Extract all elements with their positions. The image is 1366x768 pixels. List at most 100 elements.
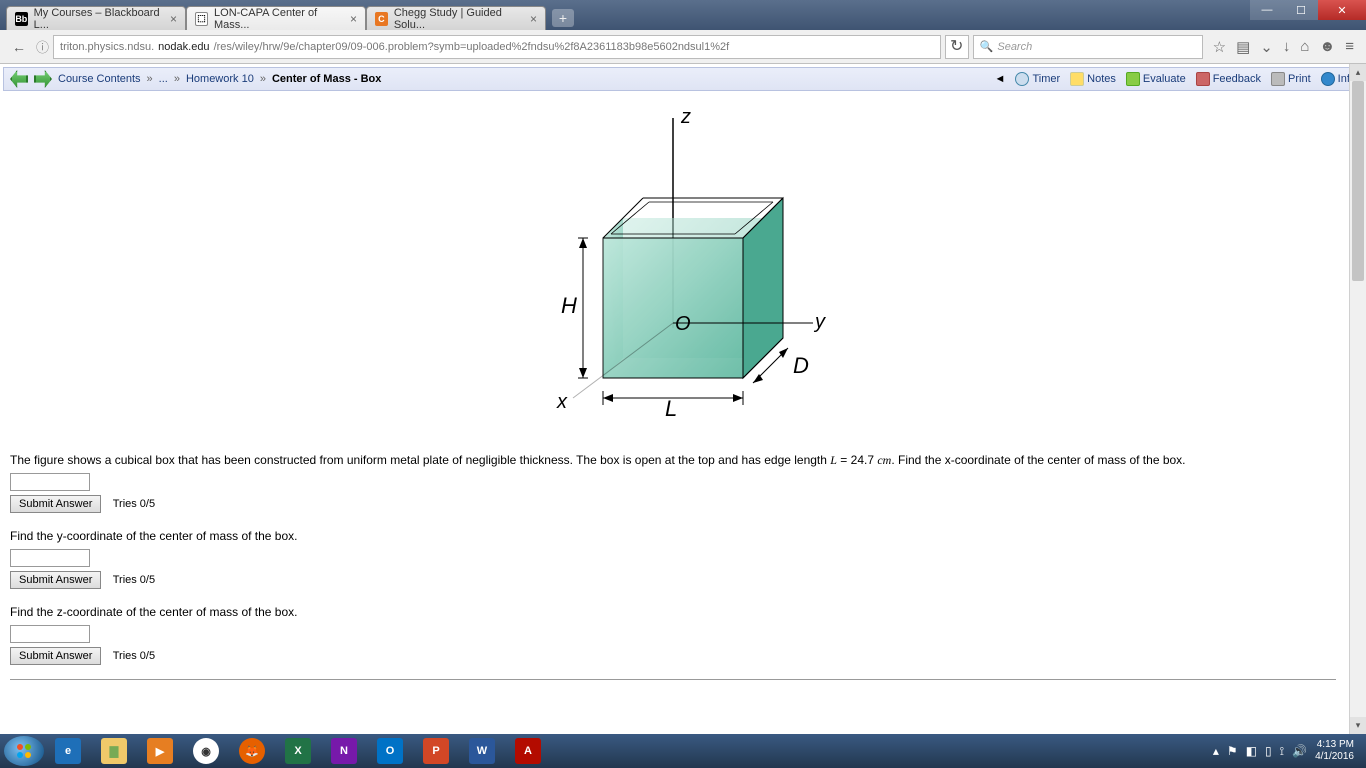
text: = 24.7 [837, 453, 877, 467]
search-bar[interactable]: 🔍 Search [973, 35, 1203, 59]
taskbar-media[interactable]: ▶ [138, 736, 182, 766]
notes-link[interactable]: Notes [1070, 72, 1116, 86]
dim-h-label: H [561, 293, 577, 318]
taskbar-excel[interactable]: X [276, 736, 320, 766]
address-bar[interactable]: triton.physics.ndsu.nodak.edu/res/wiley/… [53, 35, 941, 59]
maximize-button[interactable]: ☐ [1284, 0, 1318, 20]
taskbar-ie[interactable]: e [46, 736, 90, 766]
tray-up-icon[interactable]: ▴ [1213, 744, 1219, 758]
scroll-down-button[interactable]: ▾ [1350, 717, 1366, 734]
menu-icon[interactable]: ≡ [1345, 38, 1354, 56]
timer-link[interactable]: Timer [1015, 72, 1060, 86]
tray-wifi-icon[interactable]: ⟟ [1280, 744, 1284, 759]
toolbar-icons: ☆ ▤ ⌄ ↓ ⌂ ☻ ≡ [1207, 38, 1360, 56]
tab-loncapa[interactable]: ⬚ LON-CAPA Center of Mass... × [186, 6, 366, 30]
problem-text-1: The figure shows a cubical box that has … [10, 451, 1336, 469]
back-button[interactable]: ← [6, 34, 32, 60]
question-2: Find the y-coordinate of the center of m… [10, 527, 1336, 589]
breadcrumb-course[interactable]: Course Contents [58, 73, 141, 85]
tab-blackboard[interactable]: Bb My Courses – Blackboard L... × [6, 6, 186, 30]
scroll-up-button[interactable]: ▴ [1350, 64, 1366, 81]
answer-input-z[interactable] [10, 625, 90, 643]
timer-label: Timer [1032, 73, 1060, 85]
breadcrumb-title: Center of Mass - Box [272, 73, 381, 85]
reader-icon[interactable]: ▤ [1236, 38, 1250, 56]
tries-label: Tries 0/5 [113, 650, 155, 662]
taskbar-word[interactable]: W [460, 736, 504, 766]
taskbar-chrome[interactable]: ◉ [184, 736, 228, 766]
taskbar-explorer[interactable]: ▇ [92, 736, 136, 766]
clock-date: 4/1/2016 [1315, 751, 1354, 763]
submit-button[interactable]: Submit Answer [10, 571, 101, 589]
taskbar-powerpoint[interactable]: P [414, 736, 458, 766]
new-tab-button[interactable]: + [552, 9, 574, 27]
answer-input-x[interactable] [10, 473, 90, 491]
nav-left-icon[interactable]: ◄ [995, 73, 1006, 85]
box-diagram: z O [513, 98, 833, 438]
breadcrumb-sep: » [147, 73, 153, 85]
favicon-bb: Bb [15, 12, 28, 26]
home-icon[interactable]: ⌂ [1300, 38, 1309, 56]
tray-volume-icon[interactable]: 🔊 [1292, 744, 1307, 758]
info-icon[interactable]: ⓘ [36, 37, 49, 56]
axis-z-label: z [680, 106, 691, 128]
minimize-button[interactable]: — [1250, 0, 1284, 20]
next-arrow-icon[interactable] [34, 70, 52, 88]
evaluate-label: Evaluate [1143, 73, 1186, 85]
feedback-icon [1196, 72, 1210, 86]
reload-button[interactable]: ↻ [945, 35, 969, 59]
tab-label: Chegg Study | Guided Solu... [394, 7, 524, 31]
pocket-icon[interactable]: ⌄ [1260, 38, 1273, 56]
vertical-scrollbar[interactable]: ▴ ▾ [1349, 64, 1366, 734]
chat-icon[interactable]: ☻ [1319, 38, 1335, 56]
url-path: /res/wiley/hrw/9e/chapter09/09-006.probl… [214, 41, 730, 53]
evaluate-icon [1126, 72, 1140, 86]
tray-flag-icon[interactable]: ⚑ [1227, 744, 1238, 758]
windows-icon [14, 741, 34, 761]
notes-icon [1070, 72, 1084, 86]
close-icon[interactable]: × [530, 12, 537, 26]
evaluate-link[interactable]: Evaluate [1126, 72, 1186, 86]
question-1: The figure shows a cubical box that has … [10, 451, 1336, 513]
taskbar-outlook[interactable]: O [368, 736, 412, 766]
clock[interactable]: 4:13 PM 4/1/2016 [1315, 739, 1354, 763]
feedback-link[interactable]: Feedback [1196, 72, 1261, 86]
close-icon[interactable]: × [170, 12, 177, 26]
tab-strip: Bb My Courses – Blackboard L... × ⬚ LON-… [0, 0, 574, 30]
window-close-button[interactable]: ✕ [1318, 0, 1366, 20]
download-icon[interactable]: ↓ [1283, 38, 1291, 56]
scroll-thumb[interactable] [1352, 81, 1364, 281]
url-prefix: triton.physics.ndsu. [60, 41, 154, 53]
taskbar-onenote[interactable]: N [322, 736, 366, 766]
dim-d-label: D [793, 353, 809, 378]
taskbar-adobe[interactable]: A [506, 736, 550, 766]
close-icon[interactable]: × [350, 12, 357, 26]
page-content: z O [0, 94, 1346, 734]
start-button[interactable] [4, 736, 44, 766]
print-link[interactable]: Print [1271, 72, 1311, 86]
tries-label: Tries 0/5 [113, 498, 155, 510]
info-icon [1321, 72, 1335, 86]
course-tools: ◄ Timer Notes Evaluate Feedback Print In… [995, 72, 1356, 86]
submit-button[interactable]: Submit Answer [10, 647, 101, 665]
text: . Find the x-coordinate of the center of… [891, 453, 1185, 467]
tray-battery-icon[interactable]: ▯ [1265, 744, 1272, 758]
search-placeholder: Search [997, 41, 1032, 53]
taskbar: e ▇ ▶ ◉ 🦊 X N O P W A ▴ ⚑ ◧ ▯ ⟟ 🔊 4:13 P… [0, 734, 1366, 768]
axis-x-label: x [556, 391, 568, 413]
breadcrumb-hw[interactable]: Homework 10 [186, 73, 254, 85]
bookmark-icon[interactable]: ☆ [1213, 38, 1226, 56]
window-titlebar: Bb My Courses – Blackboard L... × ⬚ LON-… [0, 0, 1366, 30]
tray-app-icon[interactable]: ◧ [1246, 744, 1257, 758]
tab-chegg[interactable]: C Chegg Study | Guided Solu... × [366, 6, 546, 30]
favicon-chegg: C [375, 12, 388, 26]
taskbar-firefox[interactable]: 🦊 [230, 736, 274, 766]
submit-button[interactable]: Submit Answer [10, 495, 101, 513]
print-icon [1271, 72, 1285, 86]
var-l: L [830, 453, 837, 467]
prev-arrow-icon[interactable] [10, 70, 28, 88]
breadcrumb-sep: » [260, 73, 266, 85]
breadcrumb-dots[interactable]: ... [159, 73, 168, 85]
unit: cm [877, 453, 891, 467]
answer-input-y[interactable] [10, 549, 90, 567]
